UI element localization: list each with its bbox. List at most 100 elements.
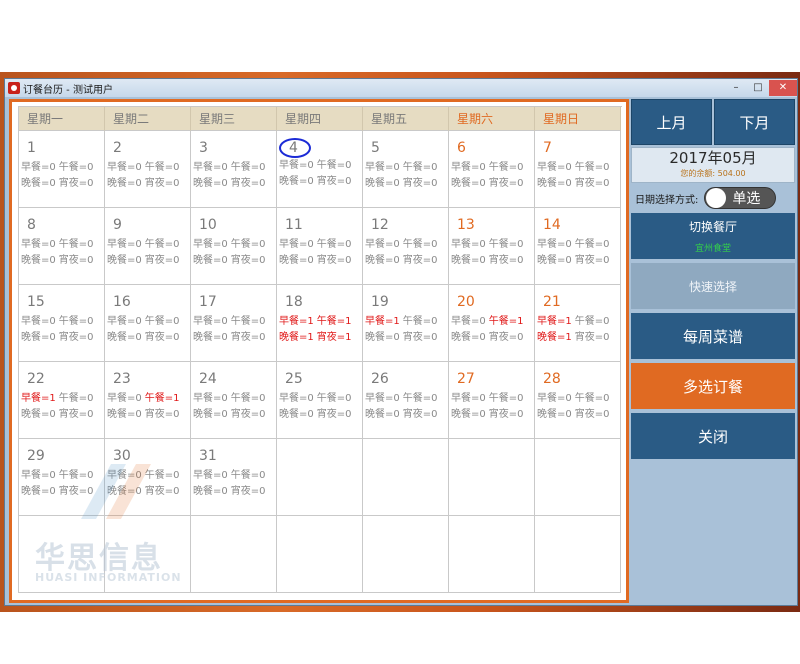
calendar-grid: 星期一 星期二 星期三 星期四 星期五 星期六 星期日 1 早餐=0 午餐=0 晚餐=0 宵夜=0 2 早… — [18, 106, 622, 593]
day-cell[interactable]: 28 早餐=0 午餐=0 晚餐=0 宵夜=0 — [535, 362, 621, 439]
meal-count: 晚餐=1 — [537, 332, 572, 343]
day-cell[interactable]: 6 早餐=0 午餐=0 晚餐=0 宵夜=0 — [449, 131, 535, 208]
weekday-header: 星期日 — [535, 107, 621, 131]
meal-line: 晚餐=0 宵夜=0 — [279, 174, 362, 190]
close-window-button[interactable]: ✕ — [769, 80, 797, 96]
weekday-header: 星期二 — [105, 107, 191, 131]
day-cell[interactable]: 2 早餐=0 午餐=0 晚餐=0 宵夜=0 — [105, 131, 191, 208]
meal-count: 晚餐=0 — [21, 486, 56, 497]
day-cell[interactable]: 29 早餐=0 午餐=0 晚餐=0 宵夜=0 — [19, 439, 105, 516]
day-cell[interactable]: 10 早餐=0 午餐=0 晚餐=0 宵夜=0 — [191, 208, 277, 285]
empty-day-cell — [449, 439, 535, 516]
day-cell[interactable]: 14 早餐=0 午餐=0 晚餐=0 宵夜=0 — [535, 208, 621, 285]
meal-line: 早餐=0 午餐=0 — [365, 237, 448, 253]
day-cell[interactable]: 9 早餐=0 午餐=0 晚餐=0 宵夜=0 — [105, 208, 191, 285]
day-cell[interactable]: 18 早餐=1 午餐=1 晚餐=1 宵夜=1 — [277, 285, 363, 362]
meal-count: 晚餐=0 — [193, 409, 228, 420]
meal-line: 晚餐=0 宵夜=0 — [107, 176, 190, 192]
day-cell[interactable]: 27 早餐=0 午餐=0 晚餐=0 宵夜=0 — [449, 362, 535, 439]
meal-line: 早餐=0 午餐=1 — [107, 391, 190, 407]
day-cell[interactable]: 26 早餐=0 午餐=0 晚餐=0 宵夜=0 — [363, 362, 449, 439]
day-cell[interactable]: 8 早餐=0 午餐=0 晚餐=0 宵夜=0 — [19, 208, 105, 285]
day-cell[interactable]: 15 早餐=0 午餐=0 晚餐=0 宵夜=0 — [19, 285, 105, 362]
meal-count: 晚餐=0 — [107, 255, 142, 266]
day-cell[interactable]: 13 早餐=0 午餐=0 晚餐=0 宵夜=0 — [449, 208, 535, 285]
close-button[interactable]: 关闭 — [631, 413, 795, 459]
day-cell[interactable]: 17 早餐=0 午餐=0 晚餐=0 宵夜=0 — [191, 285, 277, 362]
day-cell[interactable]: 1 早餐=0 午餐=0 晚餐=0 宵夜=0 — [19, 131, 105, 208]
day-cell[interactable]: 25 早餐=0 午餐=0 晚餐=0 宵夜=0 — [277, 362, 363, 439]
day-cell[interactable]: 24 早餐=0 午餐=0 晚餐=0 宵夜=0 — [191, 362, 277, 439]
meal-line: 早餐=0 午餐=1 — [451, 314, 534, 330]
meal-line: 晚餐=0 宵夜=0 — [107, 253, 190, 269]
meal-count: 午餐=0 — [230, 470, 266, 481]
empty-day-cell — [535, 516, 621, 593]
day-cell[interactable]: 7 早餐=0 午餐=0 晚餐=0 宵夜=0 — [535, 131, 621, 208]
empty-day-cell — [105, 516, 191, 593]
meal-count: 晚餐=0 — [193, 255, 228, 266]
day-cell[interactable]: 11 早餐=0 午餐=0 晚餐=0 宵夜=0 — [277, 208, 363, 285]
day-cell[interactable]: 5 早餐=0 午餐=0 晚餐=0 宵夜=0 — [363, 131, 449, 208]
meal-count: 早餐=0 — [107, 162, 142, 173]
meal-count: 早餐=0 — [21, 316, 56, 327]
day-number: 22 — [27, 371, 45, 387]
meal-line: 早餐=0 午餐=0 — [451, 391, 534, 407]
day-cell[interactable]: 30 早餐=0 午餐=0 晚餐=0 宵夜=0 — [105, 439, 191, 516]
select-mode-toggle[interactable]: 单选 — [704, 187, 777, 209]
day-cell[interactable]: 19 早餐=1 午餐=0 晚餐=0 宵夜=0 — [363, 285, 449, 362]
meal-count: 早餐=0 — [451, 316, 486, 327]
meal-count: 早餐=0 — [21, 470, 56, 481]
maximize-button[interactable]: □ — [747, 80, 769, 96]
day-cell[interactable]: 3 早餐=0 午餐=0 晚餐=0 宵夜=0 — [191, 131, 277, 208]
switch-restaurant-button[interactable]: 切换餐厅 宜州食堂 — [631, 213, 795, 259]
meal-line: 晚餐=0 宵夜=0 — [279, 407, 362, 423]
meal-count: 早餐=0 — [193, 162, 228, 173]
meal-line: 早餐=1 午餐=0 — [537, 314, 620, 330]
day-cell[interactable]: 16 早餐=0 午餐=0 晚餐=0 宵夜=0 — [105, 285, 191, 362]
meal-count: 宵夜=0 — [144, 486, 180, 497]
next-month-button[interactable]: 下月 — [714, 99, 795, 145]
meal-count: 早餐=0 — [451, 393, 486, 404]
app-window: 订餐台历 - 测试用户 – □ ✕ 星期一 星期二 星期三 星期四 星期五 星期六 星期日 1… — [4, 78, 798, 606]
meal-count: 午餐=0 — [230, 316, 266, 327]
meal-line: 早餐=0 午餐=0 — [451, 160, 534, 176]
day-number: 12 — [371, 217, 389, 233]
meal-count: 早餐=0 — [21, 239, 56, 250]
meal-count: 午餐=0 — [316, 393, 352, 404]
day-cell[interactable]: 31 早餐=0 午餐=0 晚餐=0 宵夜=0 — [191, 439, 277, 516]
day-cell[interactable]: 20 早餐=0 午餐=1 晚餐=0 宵夜=0 — [449, 285, 535, 362]
meal-count: 宵夜=0 — [402, 332, 438, 343]
meal-count: 晚餐=0 — [279, 255, 314, 266]
meal-count: 午餐=0 — [58, 393, 94, 404]
meal-line: 早餐=0 午餐=0 — [193, 237, 276, 253]
meal-line: 晚餐=0 宵夜=0 — [537, 253, 620, 269]
meal-count: 早餐=0 — [193, 239, 228, 250]
multi-order-button[interactable]: 多选订餐 — [631, 363, 795, 409]
meal-count: 宵夜=0 — [574, 409, 610, 420]
minimize-button[interactable]: – — [725, 80, 747, 96]
meal-count: 宵夜=0 — [402, 409, 438, 420]
day-cell[interactable]: 23 早餐=0 午餐=1 晚餐=0 宵夜=0 — [105, 362, 191, 439]
meal-count: 午餐=0 — [402, 393, 438, 404]
weekly-menu-button[interactable]: 每周菜谱 — [631, 313, 795, 359]
day-number: 11 — [285, 217, 303, 233]
meal-count: 早餐=0 — [365, 162, 400, 173]
meal-count: 宵夜=0 — [316, 176, 352, 187]
meal-line: 早餐=0 午餐=0 — [365, 391, 448, 407]
meal-line: 晚餐=0 宵夜=0 — [365, 253, 448, 269]
day-cell[interactable]: 12 早餐=0 午餐=0 晚餐=0 宵夜=0 — [363, 208, 449, 285]
weekday-header: 星期五 — [363, 107, 449, 131]
day-cell[interactable]: 4 早餐=0 午餐=0 晚餐=0 宵夜=0 — [277, 131, 363, 208]
meal-count: 宵夜=0 — [402, 178, 438, 189]
meal-count: 晚餐=0 — [537, 409, 572, 420]
day-number: 4 — [279, 138, 311, 158]
title-bar[interactable]: 订餐台历 - 测试用户 – □ ✕ — [5, 79, 797, 97]
meal-line: 晚餐=1 宵夜=0 — [537, 330, 620, 346]
meal-line: 早餐=0 午餐=0 — [279, 391, 362, 407]
day-cell[interactable]: 21 早餐=1 午餐=0 晚餐=1 宵夜=0 — [535, 285, 621, 362]
day-number: 10 — [199, 217, 217, 233]
quick-select-button[interactable]: 快速选择 — [631, 263, 795, 309]
prev-month-button[interactable]: 上月 — [631, 99, 712, 145]
meal-count: 午餐=0 — [58, 316, 94, 327]
day-cell[interactable]: 22 早餐=1 午餐=0 晚餐=0 宵夜=0 — [19, 362, 105, 439]
